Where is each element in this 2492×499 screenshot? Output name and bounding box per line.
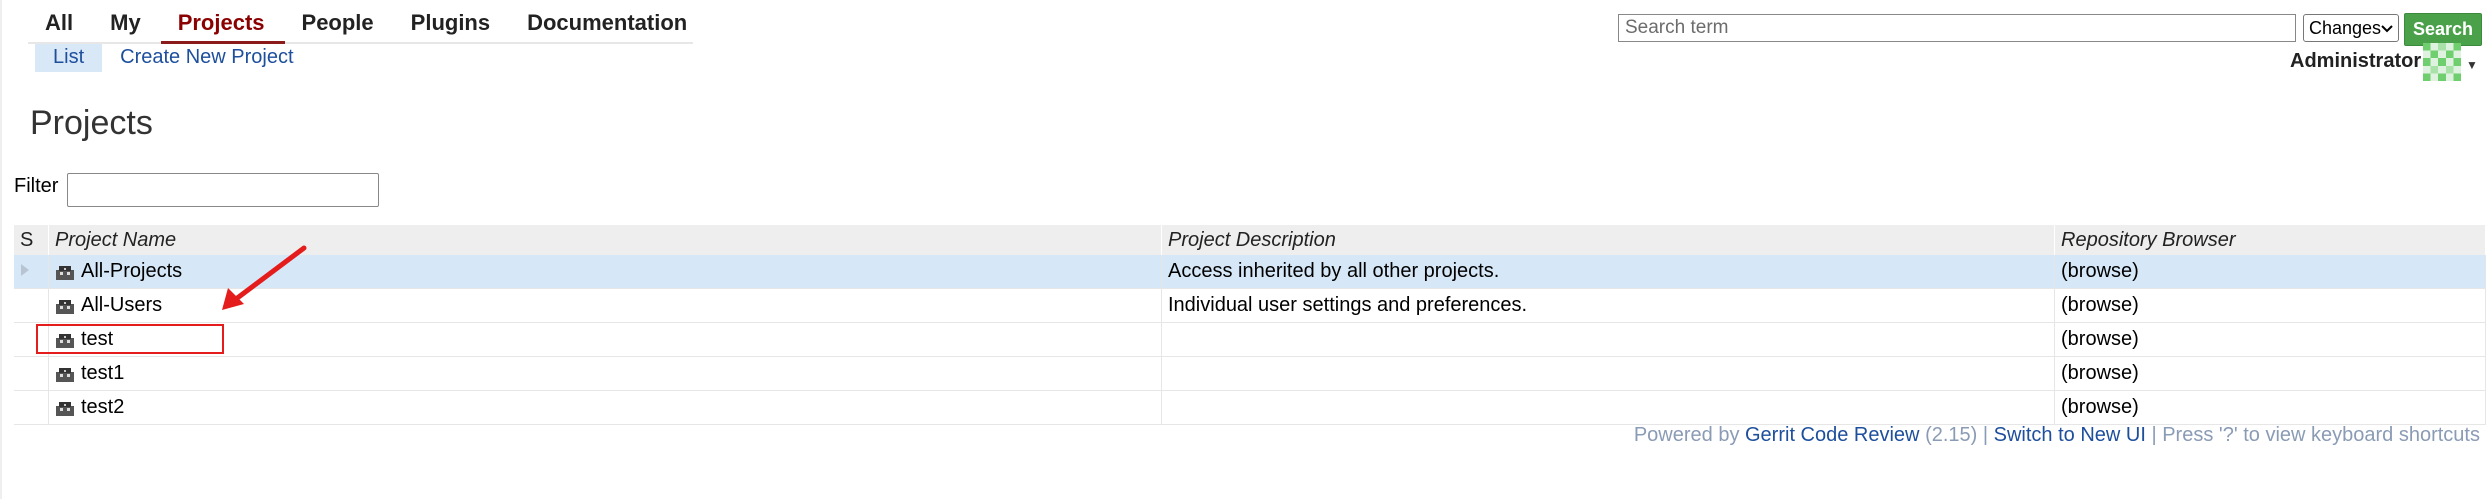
project-icon: [55, 298, 75, 314]
filter-label: Filter: [14, 175, 59, 197]
annotation-arrow-icon: [222, 245, 307, 310]
browse-link[interactable]: (browse): [2054, 356, 2486, 391]
project-icon: [55, 400, 75, 416]
page-title: Projects: [30, 104, 153, 142]
search-scope-value: Changes: [2309, 17, 2382, 38]
footer: Powered by Gerrit Code Review (2.15) | S…: [1634, 424, 2480, 447]
gerrit-code-review-link[interactable]: Gerrit Code Review: [1745, 424, 1920, 446]
browse-link[interactable]: (browse): [2054, 390, 2486, 425]
avatar[interactable]: [2423, 42, 2461, 82]
filter-input[interactable]: [67, 173, 379, 207]
header-repository-browser: Repository Browser: [2054, 225, 2486, 255]
footer-powered-by: Powered by: [1633, 424, 1745, 446]
expand-cell: [14, 288, 49, 323]
chevron-down-icon: [2381, 21, 2393, 36]
submenu-create-new-project[interactable]: Create New Project: [102, 44, 311, 72]
left-border: [0, 0, 2, 499]
project-icon: [55, 264, 75, 280]
table-row[interactable]: test1 (browse): [14, 356, 2486, 391]
sub-menu: List Create New Project: [35, 44, 312, 72]
table-row[interactable]: All-Users Individual user settings and p…: [14, 288, 2486, 323]
user-name[interactable]: Administrator: [2290, 50, 2421, 73]
search-input[interactable]: [1618, 14, 2296, 42]
submenu-list[interactable]: List: [35, 44, 103, 72]
table-header-row: S Project Name Project Description Repos…: [14, 225, 2486, 255]
project-description: [1161, 322, 2055, 357]
project-name-link[interactable]: test2: [81, 396, 124, 419]
project-name-link[interactable]: All-Users: [81, 294, 162, 317]
project-description: [1161, 390, 2055, 425]
top-menu: All My Projects People Plugins Documenta…: [28, 8, 693, 44]
project-description: Individual user settings and preferences…: [1161, 288, 2055, 323]
project-description: Access inherited by all other projects.: [1161, 255, 2055, 289]
browse-link[interactable]: (browse): [2054, 322, 2486, 357]
header-s: S: [14, 225, 49, 255]
projects-table: S Project Name Project Description Repos…: [14, 225, 2486, 425]
table-row[interactable]: test (browse): [14, 322, 2486, 357]
tab-projects[interactable]: Projects: [160, 10, 285, 44]
search-scope-select[interactable]: Changes: [2303, 14, 2399, 42]
header-project-name: Project Name: [48, 225, 1162, 255]
switch-to-new-ui-link[interactable]: Switch to New UI: [1994, 424, 2146, 446]
tab-all[interactable]: All: [28, 10, 93, 42]
table-row[interactable]: All-Projects Access inherited by all oth…: [14, 255, 2486, 289]
table-row[interactable]: test2 (browse): [14, 390, 2486, 425]
project-description: [1161, 356, 2055, 391]
project-name-link[interactable]: All-Projects: [81, 260, 182, 283]
tab-people[interactable]: People: [285, 10, 394, 42]
expand-triangle-icon[interactable]: [20, 260, 30, 282]
user-menu-caret-icon[interactable]: ▼: [2466, 58, 2478, 72]
annotation-highlight-box: [36, 324, 224, 354]
footer-shortcuts-hint: | Press '?' to view keyboard shortcuts: [2145, 424, 2480, 446]
tab-my[interactable]: My: [93, 10, 161, 42]
expand-cell: [14, 356, 49, 391]
tab-documentation[interactable]: Documentation: [510, 10, 707, 42]
browse-link[interactable]: (browse): [2054, 255, 2486, 289]
footer-version: (2.15) |: [1919, 424, 1994, 446]
browse-link[interactable]: (browse): [2054, 288, 2486, 323]
project-icon: [55, 366, 75, 382]
expand-cell: [14, 390, 49, 425]
expand-cell[interactable]: [14, 255, 49, 289]
tab-plugins[interactable]: Plugins: [394, 10, 510, 42]
project-name-link[interactable]: test1: [81, 362, 124, 385]
header-project-description: Project Description: [1161, 225, 2055, 255]
